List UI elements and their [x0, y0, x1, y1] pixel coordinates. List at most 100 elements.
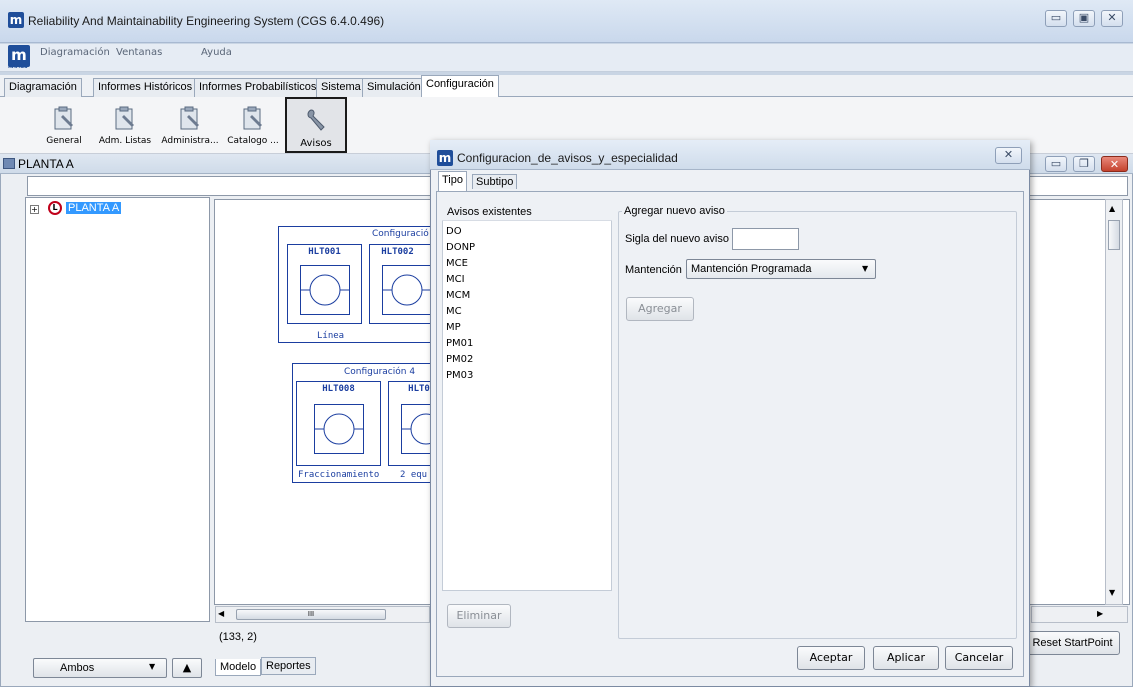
config-footer: Fraccionamiento [298, 470, 380, 480]
planta-restore-button[interactable]: ❐ [1073, 156, 1095, 172]
component-symbol [382, 265, 432, 315]
list-item[interactable]: MC [446, 306, 462, 317]
plant-node-icon: L [48, 201, 62, 215]
vertical-scrollbar[interactable] [1105, 199, 1123, 605]
minimize-button[interactable]: ▭ [1045, 10, 1067, 27]
new-aviso-group-label: Agregar nuevo aviso [622, 205, 727, 217]
toolbar-general-button[interactable]: General [36, 97, 92, 153]
list-item[interactable]: PM01 [446, 338, 473, 349]
wrench-icon [307, 109, 325, 131]
existing-avisos-label: Avisos existentes [447, 206, 532, 218]
main-tabs: Diagramación Informes Históricos Informe… [0, 75, 1133, 97]
scroll-thumb[interactable]: III [236, 609, 386, 620]
toolbar-administra-label: Administra... [161, 136, 219, 146]
tree-panel [25, 197, 210, 622]
menu-ventanas[interactable]: Ventanas [116, 47, 162, 58]
vertical-scroll-thumb[interactable] [1108, 220, 1120, 250]
circle-node-icon [383, 274, 431, 306]
clipboard-wrench-icon [115, 106, 134, 130]
chevron-down-icon: ▼ [149, 662, 156, 671]
cancelar-button[interactable]: Cancelar [945, 646, 1013, 670]
config-title: Configuració [372, 229, 429, 239]
tab-reportes[interactable]: Reportes [261, 657, 316, 675]
frame-icon [3, 158, 15, 169]
toolbar-adm-listas-button[interactable]: Adm. Listas [95, 97, 155, 153]
circle-node-icon [301, 274, 349, 306]
dialog-tab-subtipo[interactable]: Subtipo [472, 174, 518, 189]
scroll-right-icon[interactable]: ▶ [1097, 609, 1103, 618]
toolbar-adm-listas-label: Adm. Listas [98, 136, 152, 146]
close-button[interactable]: ✕ [1101, 10, 1123, 27]
tab-informes-probabilisticos[interactable]: Informes Probabilísticos [194, 78, 322, 97]
mantencion-select[interactable]: Mantención Programada ▼ [686, 259, 876, 279]
tree-node-planta-a[interactable]: PLANTA A [66, 202, 122, 214]
scroll-left-icon[interactable]: ◀ [218, 609, 224, 618]
clipboard-wrench-icon [243, 106, 262, 130]
toolbar-catalogo-button[interactable]: Catalogo ... [224, 97, 282, 153]
planta-minimize-button[interactable]: ▭ [1045, 156, 1067, 172]
config-box[interactable]: Configuración 4 HLT008 HLT0 Fraccionamie… [292, 363, 473, 483]
planta-close-button[interactable]: ✕ [1101, 156, 1128, 172]
scroll-down-icon[interactable]: ▼ [1109, 588, 1115, 597]
list-item[interactable]: PM02 [446, 354, 473, 365]
list-item[interactable]: MCI [446, 274, 465, 285]
scroll-up-icon[interactable]: ▲ [1109, 204, 1115, 213]
sigla-label: Sigla del nuevo aviso [625, 233, 729, 245]
tab-informes-historicos[interactable]: Informes Históricos [93, 78, 198, 97]
toolbar-administra-button[interactable]: Administra... [158, 97, 222, 153]
mantencion-select-value: Mantención Programada [691, 263, 812, 275]
toolbar-general-label: General [46, 136, 82, 146]
aceptar-button[interactable]: Aceptar [797, 646, 865, 670]
horizontal-scrollbar-right[interactable] [1031, 606, 1128, 623]
menu-diagramacion[interactable]: Diagramación [40, 47, 110, 58]
config-box[interactable]: Configuració HLT001 HLT002 Línea [278, 226, 444, 343]
sigla-input[interactable] [732, 228, 799, 250]
component-label: HLT008 [322, 384, 355, 394]
toolbar-avisos-label: Avisos [300, 138, 332, 149]
clipboard-wrench-icon [180, 106, 199, 130]
agregar-button[interactable]: Agregar [626, 297, 694, 321]
component-symbol [314, 404, 364, 454]
dialog-logo-icon: m [437, 150, 453, 166]
list-item[interactable]: DONP [446, 242, 475, 253]
component-label: HLT002 [381, 247, 414, 257]
component-block[interactable]: HLT008 [296, 381, 381, 466]
component-block[interactable]: HLT001 [287, 244, 362, 324]
toolbar-avisos-button[interactable]: Avisos [285, 97, 347, 153]
mantencion-label: Mantención [625, 264, 682, 276]
rames-logo-text: RAMES [8, 64, 28, 70]
filter-select[interactable]: Ambos ▼ [33, 658, 167, 678]
list-item[interactable]: MCM [446, 290, 470, 301]
list-item[interactable]: MCE [446, 258, 468, 269]
menu-bar [0, 44, 1133, 72]
planta-title: PLANTA A [18, 157, 74, 171]
tab-simulacion[interactable]: Simulación [362, 78, 426, 97]
collapse-up-button[interactable]: ▲ [172, 658, 202, 678]
filter-select-value: Ambos [60, 662, 95, 674]
dialog-close-button[interactable]: ✕ [995, 147, 1022, 164]
clipboard-wrench-icon [54, 106, 73, 130]
tab-diagramacion[interactable]: Diagramación [4, 78, 82, 97]
menu-ayuda[interactable]: Ayuda [201, 47, 232, 58]
reset-startpoint-button[interactable]: Reset StartPoint [1025, 631, 1120, 655]
circle-node-icon [315, 413, 363, 445]
list-item[interactable]: MP [446, 322, 461, 333]
tab-modelo[interactable]: Modelo [215, 659, 262, 676]
dialog-tab-tipo[interactable]: Tipo [438, 171, 467, 191]
eliminar-button[interactable]: Eliminar [447, 604, 511, 628]
tab-configuracion[interactable]: Configuración [421, 75, 499, 97]
config-title: Configuración 4 [344, 367, 416, 377]
dialog-title: Configuracion_de_avisos_y_especialidad [457, 151, 678, 165]
component-symbol [300, 265, 350, 315]
toolbar-catalogo-label: Catalogo ... [227, 136, 279, 146]
aplicar-button[interactable]: Aplicar [873, 646, 939, 670]
list-item[interactable]: PM03 [446, 370, 473, 381]
config-footer: Línea [317, 331, 345, 341]
maximize-button[interactable]: ▣ [1073, 10, 1095, 27]
cursor-coordinates: (133, 2) [219, 631, 257, 643]
tab-sistema[interactable]: Sistema [316, 78, 366, 97]
tree-expand-icon[interactable]: + [30, 205, 39, 214]
list-item[interactable]: DO [446, 226, 462, 237]
config-footer: 2 equ [400, 470, 428, 480]
app-logo-icon: m [8, 12, 24, 28]
